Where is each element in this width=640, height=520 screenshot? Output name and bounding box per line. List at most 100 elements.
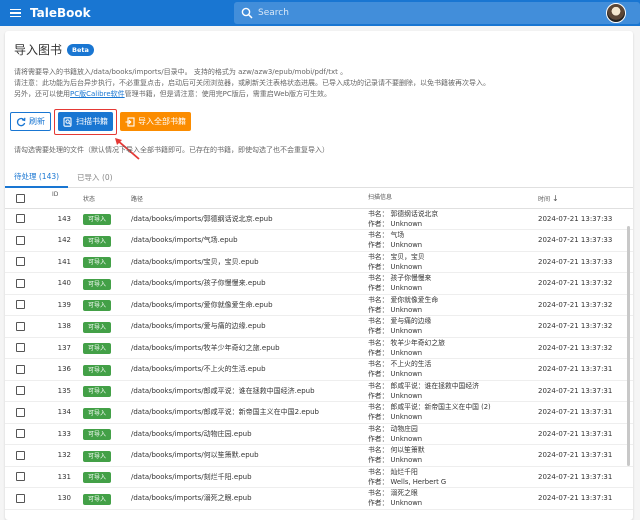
row-checkbox[interactable] — [16, 321, 25, 331]
row-time: 2024-07-21 13:37:33 — [538, 229, 633, 252]
row-time: 2024-07-21 13:37:31 — [538, 466, 633, 488]
sort-desc-icon[interactable]: ↓ — [552, 194, 559, 203]
row-checkbox[interactable] — [16, 235, 25, 245]
table-row[interactable]: 143 可导入/data/books/imports/郭德纲话说北京.epub 书名… — [5, 208, 633, 230]
row-time: 2024-07-21 13:37:32 — [538, 294, 633, 316]
row-path: /data/books/imports/郎咸平说：谁在拯救中国经济.epub — [131, 380, 368, 402]
search-input[interactable] — [258, 8, 558, 18]
row-id: 131 — [43, 466, 83, 488]
col-id[interactable]: ID — [43, 189, 83, 209]
status-badge: 可导入 — [83, 472, 112, 484]
col-time[interactable]: 时间 ↓ — [538, 189, 633, 209]
row-checkbox[interactable] — [16, 407, 25, 417]
row-path: /data/books/imports/爱与痛的边缘.epub — [131, 315, 368, 338]
refresh-button[interactable]: 刷新 — [10, 112, 51, 131]
row-path: /data/books/imports/不上火的生活.epub — [131, 358, 368, 381]
row-scan-info: 书名： 气场 作者： Unknown — [368, 229, 538, 252]
row-checkbox[interactable] — [16, 278, 25, 288]
table-row[interactable]: 137 可导入/data/books/imports/牧羊少年奇幻之旅.epub 书… — [5, 337, 633, 359]
col-scan[interactable]: 扫描信息 — [368, 189, 538, 209]
row-checkbox[interactable] — [16, 257, 25, 267]
row-checkbox[interactable] — [16, 450, 25, 460]
row-id: 140 — [43, 272, 83, 295]
table-row[interactable]: 136 可导入/data/books/imports/不上火的生活.epub 书名：… — [5, 358, 633, 381]
app-title[interactable]: TaleBook — [30, 6, 91, 20]
table-row[interactable]: 139 可导入/data/books/imports/爱你就像爱生命.epub 书名… — [5, 294, 633, 316]
row-checkbox[interactable] — [16, 364, 25, 374]
book-name: 书名： 郎咸平说：谁在拯救中国经济 — [368, 381, 479, 390]
book-name: 书名： 动物庄园 — [368, 424, 418, 433]
user-avatar[interactable] — [606, 3, 626, 23]
desc-text: 另外，还可以使用 — [14, 90, 70, 98]
row-scan-info: 书名： 郭德纲话说北京 作者： Unknown — [368, 208, 538, 230]
row-checkbox[interactable] — [16, 214, 25, 224]
row-id: 130 — [43, 487, 83, 510]
row-id: 136 — [43, 358, 83, 381]
table-row[interactable]: 131 可导入/data/books/imports/刻烂千阳.epub 书名： 灿… — [5, 466, 633, 488]
table-row[interactable]: 133 可导入/data/books/imports/动物庄园.epub 书名： 动… — [5, 423, 633, 445]
table-row[interactable]: 132 可导入/data/books/imports/何以笙箫默.epub 书名： … — [5, 444, 633, 467]
status-badge: 可导入 — [83, 450, 112, 462]
col-path[interactable]: 路径 — [131, 189, 368, 209]
row-path: /data/books/imports/何以笙箫默.epub — [131, 444, 368, 467]
import-all-label: 导入全部书籍 — [138, 117, 186, 126]
row-id: 133 — [43, 423, 83, 445]
menu-icon[interactable] — [4, 0, 26, 26]
selection-hint: 请勾选需要处理的文件（默认情况下导入全部书籍即可。已存在的书籍，即使勾选了也不会… — [14, 146, 329, 154]
row-path: /data/books/imports/溺死之眼.epub — [131, 487, 368, 510]
book-author: 作者： Unknown — [368, 284, 423, 293]
tab-imported[interactable]: 已导入 (0) — [68, 166, 122, 188]
row-checkbox[interactable] — [16, 386, 25, 396]
status-badge: 可导入 — [83, 493, 112, 505]
scan-books-button[interactable]: 扫描书籍 — [58, 112, 113, 131]
row-path: /data/books/imports/动物庄园.epub — [131, 423, 368, 445]
select-all-checkbox[interactable] — [16, 193, 25, 203]
page-title: 导入图书 — [14, 43, 63, 57]
tab-bar: 待处理 (143) 已导入 (0) — [5, 166, 633, 188]
status-badge: 可导入 — [83, 235, 112, 247]
status-badge: 可导入 — [83, 257, 112, 269]
row-path: /data/books/imports/牧羊少年奇幻之旅.epub — [131, 337, 368, 359]
table-row[interactable]: 141 可导入/data/books/imports/宝贝，宝贝.epub 书名： … — [5, 251, 633, 273]
book-name: 书名： 爱与痛的边缘 — [368, 317, 432, 326]
book-author: 作者： Unknown — [368, 499, 423, 508]
row-time: 2024-07-21 13:37:31 — [538, 380, 633, 402]
search-box[interactable] — [234, 2, 640, 24]
book-author: 作者： Unknown — [368, 456, 423, 465]
table-row[interactable]: 140 可导入/data/books/imports/孩子你慢慢来.epub 书名：… — [5, 272, 633, 295]
table-row[interactable]: 142 可导入/data/books/imports/气场.epub 书名： 气场作… — [5, 229, 633, 252]
book-author: 作者： Unknown — [368, 241, 423, 250]
col-status[interactable]: 状态 — [83, 189, 131, 209]
row-time: 2024-07-21 13:37:31 — [538, 401, 633, 424]
book-author: 作者： Unknown — [368, 434, 423, 443]
row-scan-info: 书名： 宝贝，宝贝 作者： Unknown — [368, 251, 538, 273]
scan-label: 扫描书籍 — [76, 117, 108, 126]
import-all-button[interactable]: 导入全部书籍 — [120, 112, 191, 131]
scrollbar[interactable] — [627, 226, 630, 466]
row-scan-info: 书名： 牧羊少年奇幻之旅 作者： Unknown — [368, 337, 538, 359]
description: 请将需要导入的书籍放入/data/books/imports/目录中。 支持的格… — [14, 67, 624, 100]
row-time: 2024-07-21 13:37:31 — [538, 358, 633, 381]
book-author: 作者： Unknown — [368, 219, 423, 228]
row-checkbox[interactable] — [16, 429, 25, 439]
row-scan-info: 书名： 灿烂千阳 作者： Wells, Herbert G — [368, 466, 538, 488]
book-author: 作者： Unknown — [368, 305, 423, 314]
table-row[interactable]: 130 可导入/data/books/imports/溺死之眼.epub 书名： 溺… — [5, 487, 633, 510]
refresh-label: 刷新 — [29, 117, 45, 126]
row-checkbox[interactable] — [16, 493, 25, 503]
refresh-icon — [16, 117, 26, 126]
table-row[interactable]: 134 可导入/data/books/imports/郎咸平说：新帝国主义在中国2… — [5, 401, 633, 424]
book-name: 书名： 牧羊少年奇幻之旅 — [368, 338, 445, 347]
row-checkbox[interactable] — [16, 300, 25, 310]
table-row[interactable]: 138 可导入/data/books/imports/爱与痛的边缘.epub 书名：… — [5, 315, 633, 338]
row-checkbox[interactable] — [16, 343, 25, 353]
calibre-link[interactable]: PC版Calibre软件 — [70, 90, 125, 98]
book-author: 作者： Unknown — [368, 327, 423, 336]
row-time: 2024-07-21 13:37:31 — [538, 423, 633, 445]
table-row[interactable]: 135 可导入/data/books/imports/郎咸平说：谁在拯救中国经济.… — [5, 380, 633, 402]
tab-pending[interactable]: 待处理 (143) — [5, 166, 69, 188]
book-name: 书名： 何以笙箫默 — [368, 446, 425, 455]
row-scan-info: 书名： 动物庄园 作者： Unknown — [368, 423, 538, 445]
row-path: /data/books/imports/刻烂千阳.epub — [131, 466, 368, 488]
row-checkbox[interactable] — [16, 472, 25, 482]
